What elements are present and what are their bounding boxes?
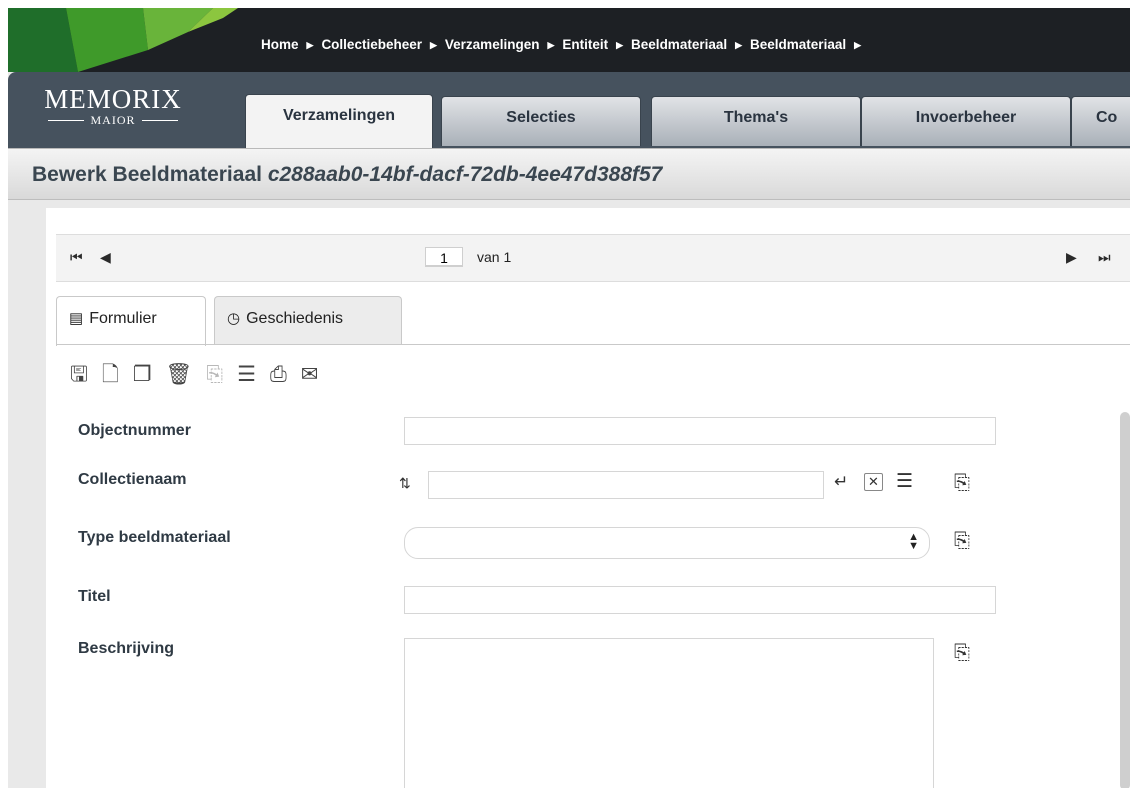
record-pager: ⏮ ◀ 1 van 1 ▶ ⏭ xyxy=(56,234,1130,282)
page-title-bar: Bewerk Beeldmateriaal c288aab0-14bf-dacf… xyxy=(8,148,1130,200)
last-page-icon[interactable]: ⏭ xyxy=(1098,249,1111,266)
tab-themas[interactable]: Thema's xyxy=(651,96,861,146)
new-record-icon[interactable]: 🗋 xyxy=(102,360,119,395)
objectnummer-label: Objectnummer xyxy=(78,422,191,439)
scrollbar[interactable] xyxy=(1120,412,1130,788)
breadcrumb-separator-icon: ▶ xyxy=(735,40,743,50)
breadcrumb-separator-icon: ▶ xyxy=(854,40,862,50)
breadcrumb: Home ▶ Collectiebeheer ▶ Verzamelingen ▶ Entit… xyxy=(261,37,869,52)
record-toolbar: 🖫 🗋 ❐ 🗑 ⎘ ☰ ⎙ ✉ xyxy=(70,360,332,395)
type-beeldmateriaal-label: Type beeldmateriaal xyxy=(78,529,231,546)
form-icon: ▤ xyxy=(69,310,84,327)
enter-icon[interactable]: ↵ xyxy=(834,472,848,492)
tab-formulier[interactable]: ▤ Formulier xyxy=(56,296,206,346)
breadcrumb-entiteit[interactable]: Entiteit xyxy=(562,37,608,52)
page-count-label: van 1 xyxy=(477,249,512,265)
copy-icon[interactable]: ❐ xyxy=(133,362,152,387)
save-icon[interactable]: 🖫 xyxy=(70,360,88,395)
form-tab-divider xyxy=(56,344,1130,345)
email-icon[interactable]: ✉ xyxy=(301,362,319,387)
type-beeldmateriaal-select[interactable]: ▲ ▼ xyxy=(404,527,930,559)
collectienaam-label: Collectienaam xyxy=(78,471,187,488)
breadcrumb-collectiebeheer[interactable]: Collectiebeheer xyxy=(321,37,422,52)
page-number-input[interactable]: 1 xyxy=(425,247,463,267)
import-icon: ⎘ xyxy=(206,363,224,386)
tab-geschiedenis[interactable]: ◷ Geschiedenis xyxy=(214,296,402,344)
breadcrumb-separator-icon: ▶ xyxy=(616,40,624,50)
next-page-icon[interactable]: ▶ xyxy=(1066,249,1077,266)
type-import-icon[interactable]: ⎘ xyxy=(954,530,970,553)
breadcrumb-separator-icon: ▶ xyxy=(306,40,314,50)
top-bar: Home ▶ Collectiebeheer ▶ Verzamelingen ▶ Entit… xyxy=(8,8,1130,72)
beschrijving-import-icon[interactable]: ⎘ xyxy=(954,642,970,665)
collectienaam-field[interactable] xyxy=(428,471,824,499)
breadcrumb-home[interactable]: Home xyxy=(261,37,299,52)
clear-icon[interactable]: ✕ xyxy=(864,473,883,491)
breadcrumb-separator-icon: ▶ xyxy=(429,40,437,50)
memorix-maior-logo[interactable]: MEMORIX MAIOR xyxy=(30,85,196,127)
beschrijving-label: Beschrijving xyxy=(78,640,175,657)
tab-co[interactable]: Co xyxy=(1071,96,1130,146)
brand-stripes-graphic xyxy=(8,8,238,72)
titel-field[interactable] xyxy=(404,586,996,614)
prev-page-icon[interactable]: ◀ xyxy=(100,249,111,266)
notes-icon[interactable]: ☰ xyxy=(237,362,256,387)
breadcrumb-verzamelingen[interactable]: Verzamelingen xyxy=(445,37,540,52)
breadcrumb-beeldmateriaal[interactable]: Beeldmateriaal xyxy=(631,37,727,52)
tab-invoerbeheer[interactable]: Invoerbeheer xyxy=(861,96,1071,146)
page-title: Bewerk Beeldmateriaal c288aab0-14bf-dacf… xyxy=(32,163,663,186)
tab-verzamelingen[interactable]: Verzamelingen xyxy=(245,94,433,148)
sort-icon[interactable]: ⇅ xyxy=(399,475,411,492)
objectnummer-field[interactable] xyxy=(404,417,996,445)
print-icon[interactable]: ⎙ xyxy=(270,363,287,387)
list-icon[interactable]: ☰ xyxy=(896,470,913,493)
history-icon: ◷ xyxy=(227,310,241,327)
app-window: Home ▶ Collectiebeheer ▶ Verzamelingen ▶ Entit… xyxy=(8,8,1130,788)
tab-selecties[interactable]: Selecties xyxy=(441,96,641,146)
breadcrumb-separator-icon: ▶ xyxy=(547,40,555,50)
chevron-updown-icon: ▲ ▼ xyxy=(908,531,919,552)
titel-label: Titel xyxy=(78,588,111,605)
content-gutter xyxy=(38,208,46,788)
beschrijving-textarea[interactable] xyxy=(404,638,934,788)
first-page-icon[interactable]: ⏮ xyxy=(70,249,83,266)
record-id: c288aab0-14bf-dacf-72db-4ee47d388f57 xyxy=(267,163,663,186)
breadcrumb-beeldmateriaal-current[interactable]: Beeldmateriaal xyxy=(750,37,846,52)
delete-icon[interactable]: 🗑 xyxy=(166,363,193,387)
collectienaam-import-icon[interactable]: ⎘ xyxy=(954,472,970,495)
